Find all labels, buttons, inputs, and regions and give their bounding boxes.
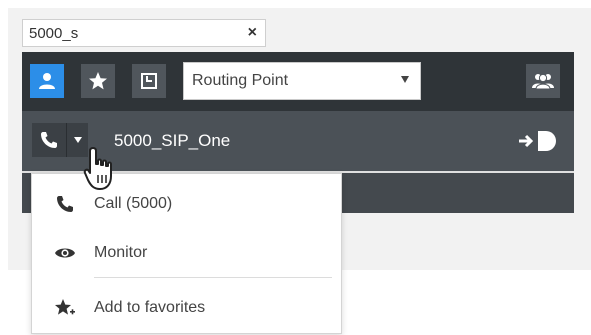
- contact-name: 5000_SIP_One: [114, 131, 231, 150]
- groups-button[interactable]: [526, 64, 560, 98]
- star-icon: [89, 72, 107, 90]
- type-filter-select[interactable]: Routing Point: [183, 62, 421, 100]
- hand-cursor-icon: [83, 147, 112, 190]
- recent-filter-button[interactable]: [132, 64, 166, 98]
- menu-divider: [94, 277, 332, 278]
- star-plus-icon: [54, 297, 76, 319]
- search-input[interactable]: [23, 20, 235, 46]
- menu-item-add-favorite[interactable]: Add to favorites: [32, 282, 341, 334]
- phone-icon: [54, 193, 76, 215]
- chevron-down-icon: [401, 76, 409, 83]
- search-box[interactable]: ×: [22, 19, 266, 47]
- caret-down-icon: [73, 137, 82, 143]
- menu-item-label: Call (5000): [94, 195, 173, 212]
- contacts-filter-button[interactable]: [30, 64, 64, 98]
- transfer-icon[interactable]: [518, 128, 558, 154]
- clear-search-button[interactable]: ×: [248, 23, 257, 43]
- eye-icon: [54, 242, 76, 264]
- call-button[interactable]: [32, 123, 66, 157]
- menu-item-monitor[interactable]: Monitor: [32, 227, 341, 279]
- phone-icon: [41, 132, 57, 148]
- group-icon: [532, 73, 554, 90]
- toolbar: Routing Point: [22, 52, 574, 111]
- menu-item-label: Add to favorites: [94, 299, 206, 316]
- call-options-menu: Call (5000) Monitor Add to favorites: [31, 173, 342, 334]
- clock-icon: [141, 73, 157, 89]
- type-filter-value: Routing Point: [192, 72, 289, 89]
- favorites-filter-button[interactable]: [81, 64, 115, 98]
- menu-item-label: Monitor: [94, 244, 148, 261]
- person-icon: [39, 73, 55, 89]
- menu-item-call[interactable]: Call (5000): [32, 178, 341, 230]
